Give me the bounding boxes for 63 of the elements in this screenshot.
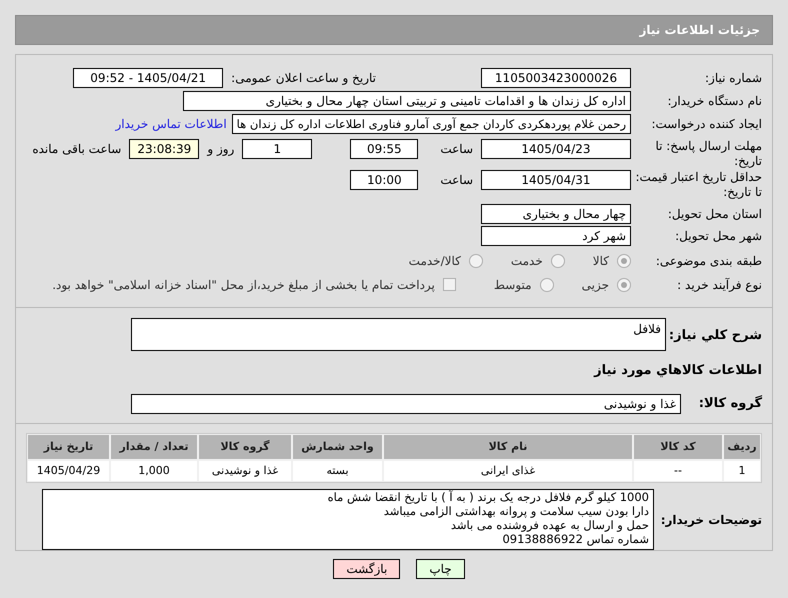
text-field[interactable]: 1405/04/21 - 09:52: [73, 68, 224, 88]
text-field[interactable]: 1405/04/31: [481, 170, 631, 190]
field-label: طبقه بندی موضوعی:: [656, 254, 762, 268]
field-label: ایجاد کننده درخواست:: [651, 117, 762, 132]
table-cell: 1,000: [111, 461, 197, 482]
field-label: استان محل تحویل:: [668, 206, 762, 221]
field-label: شهر محل تحویل:: [675, 229, 762, 244]
table-cell: غذا و نوشیدنی: [199, 461, 291, 482]
text-field[interactable]: 23:08:39: [129, 139, 200, 160]
text-field[interactable]: 1405/04/23: [481, 139, 631, 160]
field-label: توضیحات خریدار:: [660, 512, 762, 527]
field-label: شماره نیاز:: [705, 70, 762, 85]
notes-textarea[interactable]: 1000 کیلو گرم فلافل درجه یک برند ( به آ ) با تاریخ انقضا شش ماه دارا بودن سیب سلامت و پروانه بهداشتی الزامی میباشد حمل و ارسال به عهده فروشنده می باشد شماره تماس 09138886922: [42, 489, 654, 550]
back-button[interactable]: بازگشت: [333, 559, 400, 579]
field-label: حداقل تاریخ اعتبار قیمت: تا تاریخ:: [635, 170, 762, 200]
table-cell: 1405/04/29: [28, 461, 109, 482]
checkbox-label: پرداخت تمام یا بخشی از مبلغ خرید،از محل "اسناد خزانه اسلامی" خواهد بود.: [52, 276, 435, 294]
column-header: تعداد / مقدار: [111, 435, 197, 460]
field-label: شرح کلي نياز:: [668, 328, 762, 343]
text-field[interactable]: 1: [242, 139, 312, 160]
page-title: جزئیات اطلاعات نیاز: [639, 22, 760, 39]
table-cell: --: [634, 461, 722, 482]
field-label: نام دستگاه خریدار:: [668, 94, 762, 108]
column-header: ردیف: [724, 435, 760, 460]
field-label: مهلت ارسال پاسخ: تا تاریخ:: [655, 139, 762, 168]
text-field[interactable]: اداره کل زندان ها و اقدامات تامینی و تربیتی استان چهار محال و بختیاری: [183, 91, 631, 112]
field-label: روز و: [207, 141, 234, 158]
field-label: نوع فرآیند خرید :: [677, 278, 762, 292]
radio-button[interactable]: [468, 254, 483, 268]
text-field[interactable]: چهار محال و بختیاری: [481, 204, 631, 224]
text-field[interactable]: 09:55: [350, 139, 418, 160]
field-label: ساعت باقی مانده: [32, 141, 122, 158]
print-button[interactable]: چاپ: [416, 559, 465, 579]
text-field[interactable]: شهر کرد: [481, 226, 631, 246]
column-header: واحد شمارش: [293, 435, 382, 460]
text-field[interactable]: 10:00: [350, 170, 418, 190]
radio-button[interactable]: [617, 254, 631, 268]
radio-button[interactable]: [540, 278, 554, 292]
text-field[interactable]: غذا و نوشیدنی: [131, 394, 681, 414]
column-header: کد کالا: [634, 435, 722, 460]
description-textarea[interactable]: فلافل: [131, 318, 666, 351]
text-field[interactable]: 1105003423000026: [481, 68, 631, 88]
radio-label: متوسط: [494, 276, 532, 294]
radio-label: کالا/خدمت: [408, 252, 461, 270]
field-label: تاریخ و ساعت اعلان عمومی:: [231, 70, 376, 87]
field-label: ساعت: [440, 172, 473, 190]
contact-link[interactable]: اطلاعات تماس خریدار: [115, 115, 227, 134]
text-field[interactable]: رحمن غلام پوردهکردی کاردان جمع آوری آمارو فناوری اطلاعات اداره کل زندان ها: [232, 114, 631, 134]
field-label: گروه کالا:: [698, 396, 762, 412]
radio-label: کالا: [592, 252, 609, 270]
table-cell: غذای ایرانی: [384, 461, 632, 482]
section-heading: اطلاعات کالاهاي مورد نياز: [594, 362, 762, 378]
radio-label: خدمت: [510, 252, 543, 270]
radio-label: جزیی: [582, 276, 609, 294]
radio-button[interactable]: [550, 254, 565, 268]
table-cell: بسته: [293, 461, 382, 482]
field-label: ساعت: [440, 141, 473, 158]
column-header: تاریخ نیاز: [28, 435, 109, 460]
column-header: نام کالا: [384, 435, 632, 460]
column-header: گروه کالا: [199, 435, 291, 460]
radio-button[interactable]: [617, 278, 631, 292]
table-cell: 1: [724, 461, 760, 482]
checkbox[interactable]: [442, 278, 456, 292]
